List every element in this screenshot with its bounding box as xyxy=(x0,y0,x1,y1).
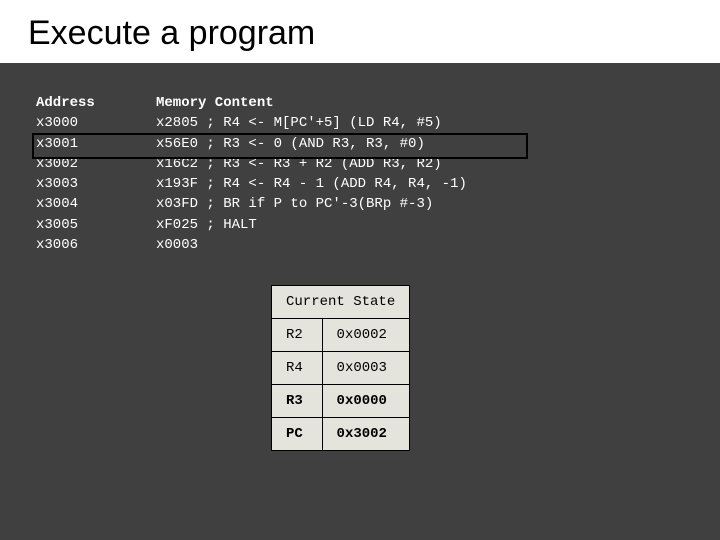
page-title: Execute a program xyxy=(28,14,692,53)
title-bar: Execute a program xyxy=(0,0,720,63)
state-reg: R3 xyxy=(272,385,323,418)
state-row: R30x0000 xyxy=(272,385,410,418)
state-row: R40x0003 xyxy=(272,352,410,385)
state-reg: PC xyxy=(272,418,323,451)
state-reg: R2 xyxy=(272,319,323,352)
content-area: Address x3000 x3001 x3002 x3003 x3004 x3… xyxy=(0,63,720,451)
state-val: 0x0003 xyxy=(322,352,410,385)
state-val: 0x0000 xyxy=(322,385,410,418)
state-title: Current State xyxy=(272,286,410,319)
state-val: 0x3002 xyxy=(322,418,410,451)
state-reg: R4 xyxy=(272,352,323,385)
state-table: Current State R20x0002R40x0003R30x0000PC… xyxy=(271,285,410,451)
program-listing: Address x3000 x3001 x3002 x3003 x3004 x3… xyxy=(36,93,684,255)
state-val: 0x0002 xyxy=(322,319,410,352)
state-row: R20x0002 xyxy=(272,319,410,352)
state-row: PC0x3002 xyxy=(272,418,410,451)
